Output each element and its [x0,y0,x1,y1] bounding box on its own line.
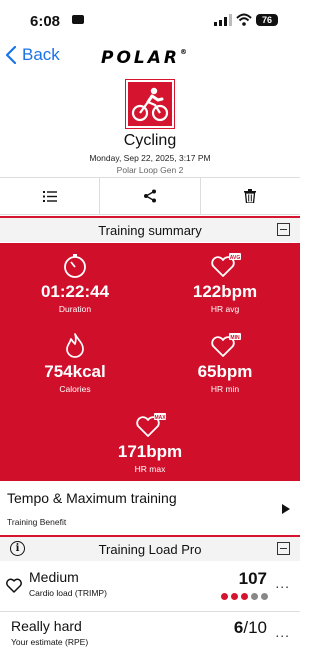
cardio-load-row[interactable]: Medium Cardio load (TRIMP) 107 ... [0,569,300,609]
list-icon [42,190,57,202]
card-icon [72,15,84,24]
load-dot [221,593,228,600]
share-button[interactable] [100,178,201,214]
delete-button[interactable] [201,178,300,214]
heart-min-icon: MIN [211,333,241,357]
load-dot [241,593,248,600]
device-name: Polar Loop Gen 2 [116,165,184,175]
cardio-load-level: Medium [29,569,79,585]
training-benefit-label: Training Benefit [7,517,67,527]
divider [0,611,300,612]
more-button[interactable]: ... [275,575,290,591]
signal-icon [214,14,232,26]
cardio-load-dots [221,593,268,600]
info-icon[interactable]: i [10,541,25,556]
hr-avg-badge: AVG [230,255,241,261]
battery-icon: 76 [256,14,278,26]
logo-text: POLAR [101,48,180,68]
stopwatch-icon [64,254,86,278]
hr-max-value: 171bpm [117,442,183,461]
session-date: Monday, Sep 22, 2025, 3:17 PM [89,153,211,163]
training-summary-title: Training summary [98,222,202,238]
status-bar: 6:08 76 [0,0,300,42]
duration-metric: 01:22:44 Duration [5,253,145,314]
calories-metric: 754kcal Calories [5,333,145,394]
logo-mark: ® [180,48,187,56]
hr-avg-value: 122bpm [192,282,258,301]
save-image-icon[interactable] [277,223,290,236]
load-dot [231,593,238,600]
cardio-load-value: 107 [238,569,267,588]
hr-max-metric: MAX 171bpm HR max [80,413,220,474]
hr-min-label: HR min [210,384,240,394]
rpe-row[interactable]: Really hard Your estimate (RPE) 6/10 ... [0,618,300,650]
hr-min-metric: MIN 65bpm HR min [155,333,295,394]
calories-label: Calories [59,384,91,394]
duration-value: 01:22:44 [40,282,110,301]
more-button[interactable]: ... [275,624,290,640]
heart-avg-icon: AVG [211,253,241,277]
training-summary-header: Training summary [0,216,300,242]
hr-avg-metric: AVG 122bpm HR avg [155,253,295,314]
training-benefit-title: Tempo & Maximum training [7,490,177,506]
training-benefit-row[interactable]: Tempo & Maximum training Training Benefi… [0,490,300,530]
hr-avg-label: HR avg [210,304,240,314]
duration-label: Duration [58,304,92,314]
nav-bar: Back POLAR® [0,42,300,74]
rpe-level: Really hard [11,618,82,634]
hr-min-value: 65bpm [197,362,253,381]
training-load-header: i Training Load Pro [0,535,300,561]
training-load-title: Training Load Pro [98,541,202,557]
heart-icon [6,578,22,593]
status-time: 6:08 [30,13,61,30]
trash-icon [244,189,257,203]
heart-max-icon: MAX [136,413,166,437]
action-toolbar [0,177,300,215]
cardio-load-label: Cardio load (TRIMP) [29,588,107,598]
polar-logo: POLAR® [101,48,187,68]
list-button[interactable] [0,178,101,214]
wifi-icon [236,13,252,26]
training-summary-panel: 01:22:44 Duration AVG 122bpm HR avg 754k… [0,243,300,481]
play-icon[interactable] [282,504,290,514]
rpe-label: Your estimate (RPE) [11,637,89,647]
chevron-left-icon [6,46,16,64]
sport-name: Cycling [123,132,177,149]
calories-value: 754kcal [44,362,106,381]
save-image-icon[interactable] [277,542,290,555]
hr-max-label: HR max [134,464,166,474]
rpe-value: 6/10 [233,618,267,637]
share-icon [143,189,156,203]
back-button[interactable]: Back [6,45,60,65]
load-dot [261,593,268,600]
cycling-icon [126,80,174,128]
load-dot [251,593,258,600]
hr-min-badge: MIN [230,335,240,341]
back-label: Back [22,45,60,64]
hr-max-badge: MAX [154,415,166,421]
flame-icon [66,333,84,358]
